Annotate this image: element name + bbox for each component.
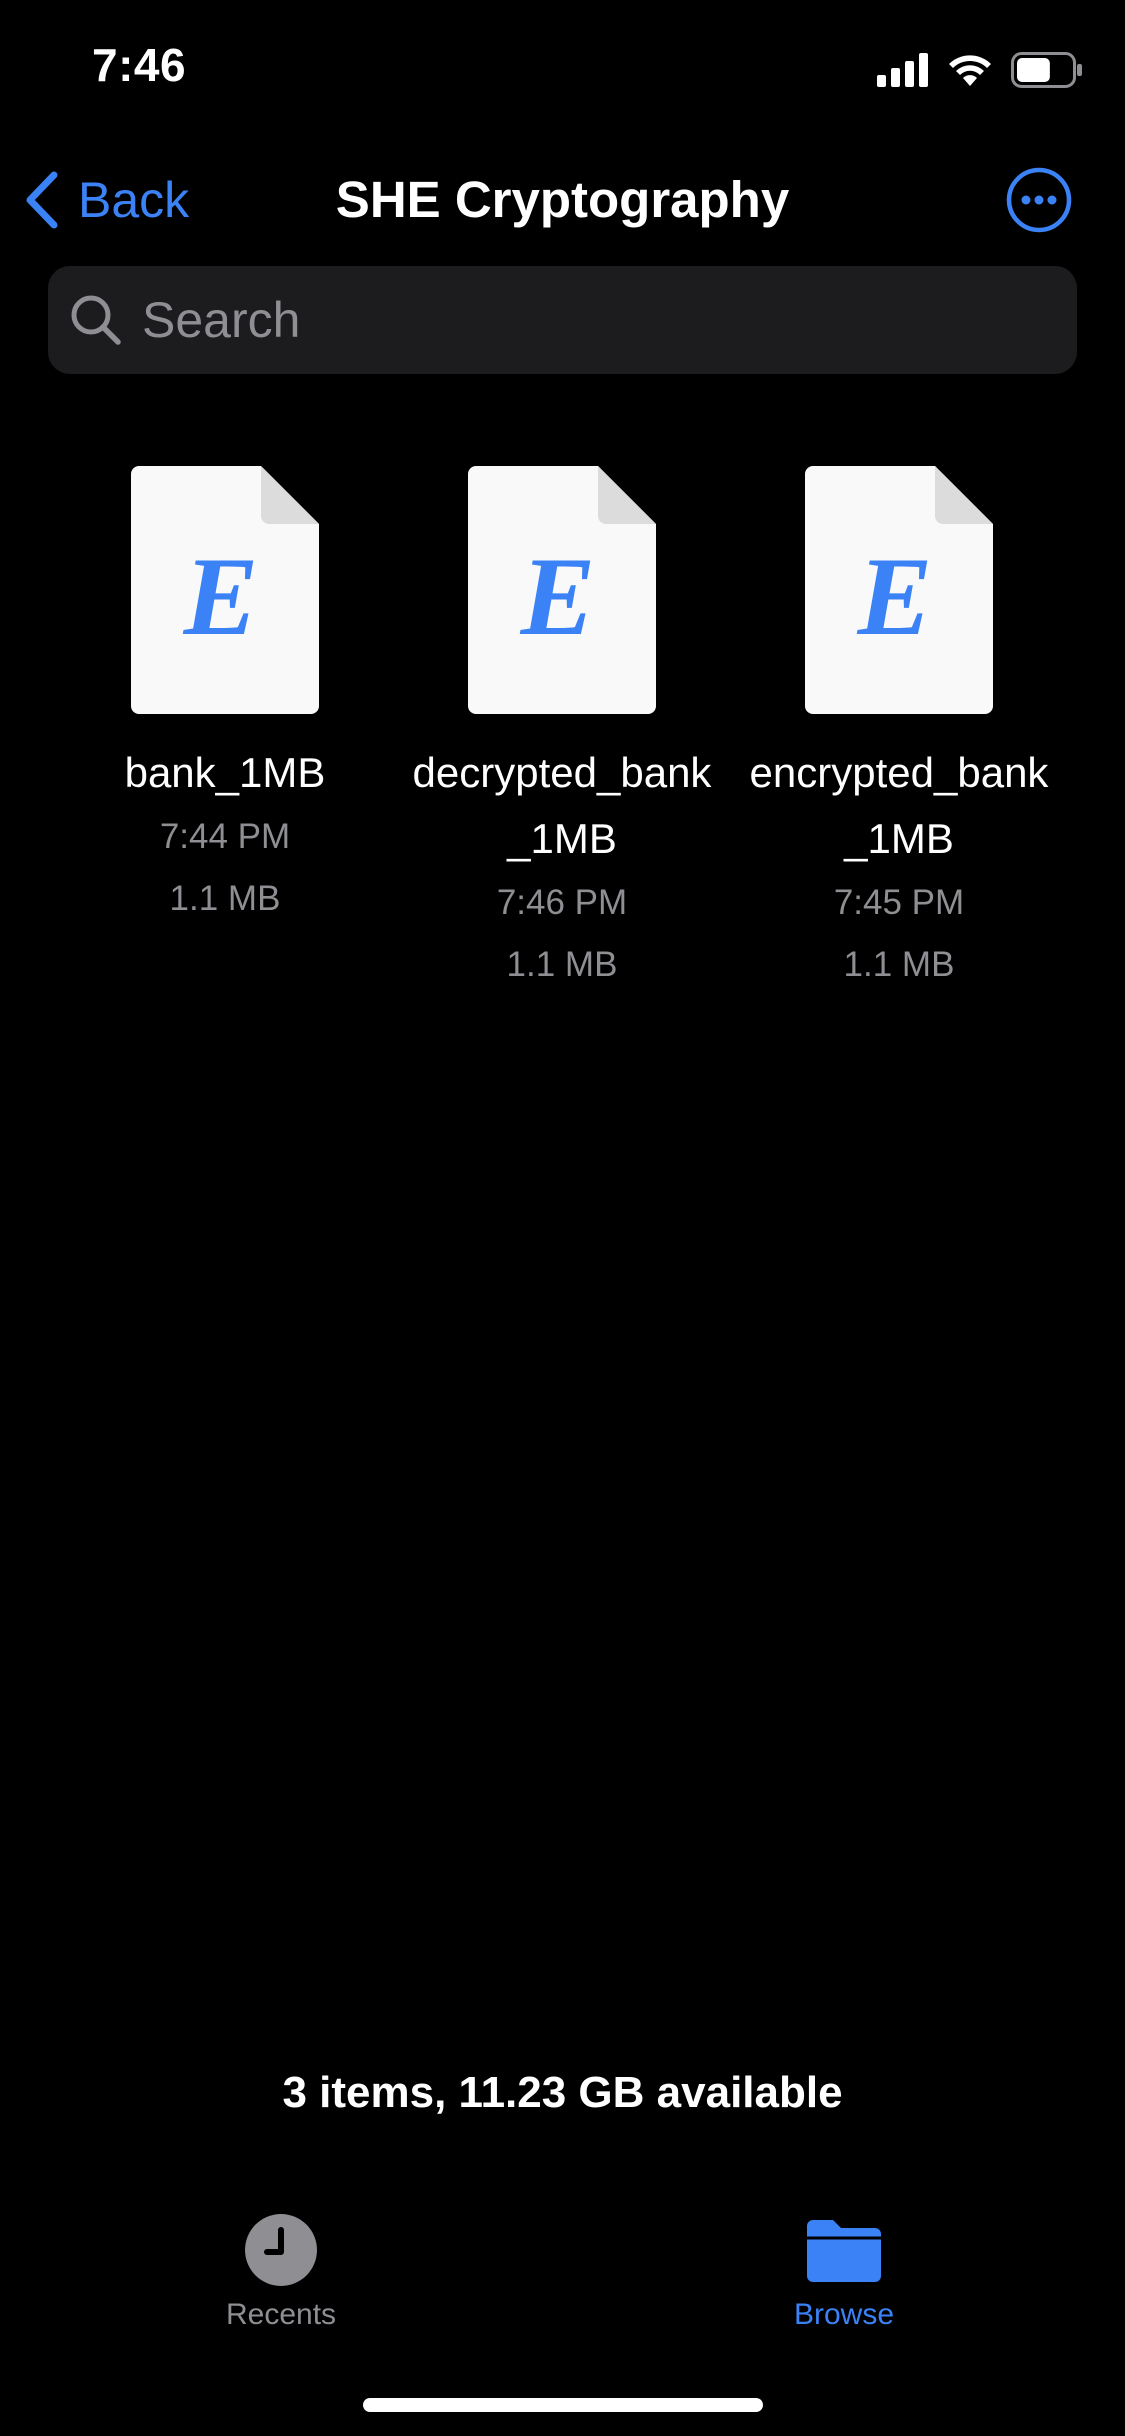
file-modified-time: 7:46 PM: [496, 883, 628, 922]
battery-icon: [1011, 52, 1082, 88]
tab-bar: Recents Browse: [0, 2196, 1125, 2346]
tab-browse[interactable]: Browse: [714, 2210, 974, 2332]
file-size: 1.1 MB: [843, 945, 955, 984]
home-indicator[interactable]: [363, 2398, 763, 2412]
file-icon-letter: E: [857, 535, 933, 659]
file-name: bank_1MB: [124, 749, 326, 796]
file-size: 1.1 MB: [169, 879, 281, 918]
file-item-encrypted-bank-1mb[interactable]: E encrypted_bank_1MB 7:45 PM 1.1 MB: [749, 466, 1049, 996]
tab-label: Recents: [225, 2298, 337, 2331]
cellular-signal-icon: [877, 53, 928, 87]
search-icon: [71, 295, 121, 345]
clock-icon: [245, 2214, 317, 2286]
tab-label: Browse: [793, 2298, 895, 2331]
search-input[interactable]: [140, 290, 1044, 350]
document-icon: E: [805, 466, 993, 714]
status-bar: 7:46: [0, 0, 1125, 132]
back-label: Back: [78, 172, 190, 228]
search-bar: [48, 266, 1077, 374]
wifi-icon: [949, 55, 991, 86]
status-time: 7:46: [92, 39, 187, 91]
file-modified-time: 7:44 PM: [159, 817, 291, 856]
file-item-bank-1mb[interactable]: E bank_1MB 7:44 PM 1.1 MB: [75, 466, 375, 930]
chevron-left-icon: [26, 171, 58, 229]
file-item-decrypted-bank-1mb[interactable]: E decrypted_bank_1MB 7:46 PM 1.1 MB: [412, 466, 712, 996]
navigation-bar: SHE Cryptography Back: [0, 150, 1125, 250]
status-icons: [877, 50, 1083, 90]
file-modified-time: 7:45 PM: [833, 883, 965, 922]
file-name: decrypted_bank_1MB: [412, 749, 712, 862]
ellipsis-circle-icon[interactable]: [1005, 166, 1073, 234]
file-size: 1.1 MB: [506, 945, 618, 984]
folder-icon: [807, 2220, 881, 2282]
storage-summary: 3 items, 11.23 GB available: [282, 2068, 843, 2117]
file-icon-letter: E: [520, 535, 596, 659]
file-name: encrypted_bank_1MB: [749, 749, 1049, 862]
tab-recents[interactable]: Recents: [151, 2210, 411, 2332]
back-button[interactable]: Back: [22, 168, 189, 232]
file-icon-letter: E: [183, 535, 259, 659]
document-icon: E: [468, 466, 656, 714]
document-icon: E: [131, 466, 319, 714]
